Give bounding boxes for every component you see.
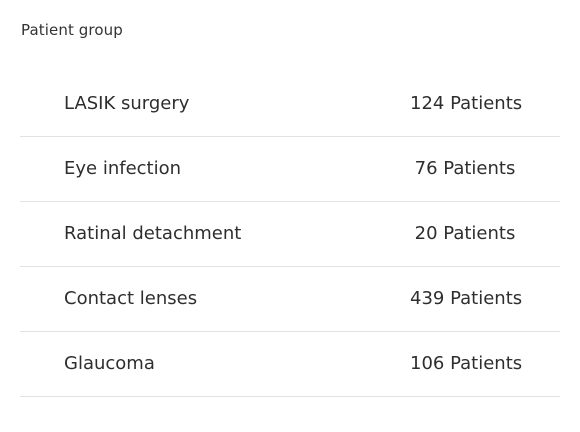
patient-count: 106 Patients <box>410 353 523 374</box>
card-title: Patient group <box>21 21 123 39</box>
patient-count: 124 Patients <box>410 93 523 114</box>
patient-group-list: LASIK surgery 124 Patients Eye infection… <box>20 72 560 397</box>
patient-count: 76 Patients <box>414 158 516 179</box>
group-name: Glaucoma <box>64 353 155 374</box>
list-item[interactable]: Ratinal detachment 20 Patients <box>20 202 560 267</box>
group-name: LASIK surgery <box>64 93 190 114</box>
list-item[interactable]: LASIK surgery 124 Patients <box>20 72 560 137</box>
group-name: Eye infection <box>64 158 182 179</box>
group-name: Contact lenses <box>64 288 198 309</box>
patient-count: 439 Patients <box>410 288 523 309</box>
list-item[interactable]: Contact lenses 439 Patients <box>20 267 560 332</box>
list-item[interactable]: Eye infection 76 Patients <box>20 137 560 202</box>
list-item[interactable]: Glaucoma 106 Patients <box>20 332 560 397</box>
patient-count: 20 Patients <box>414 223 516 244</box>
group-name: Ratinal detachment <box>64 223 242 244</box>
